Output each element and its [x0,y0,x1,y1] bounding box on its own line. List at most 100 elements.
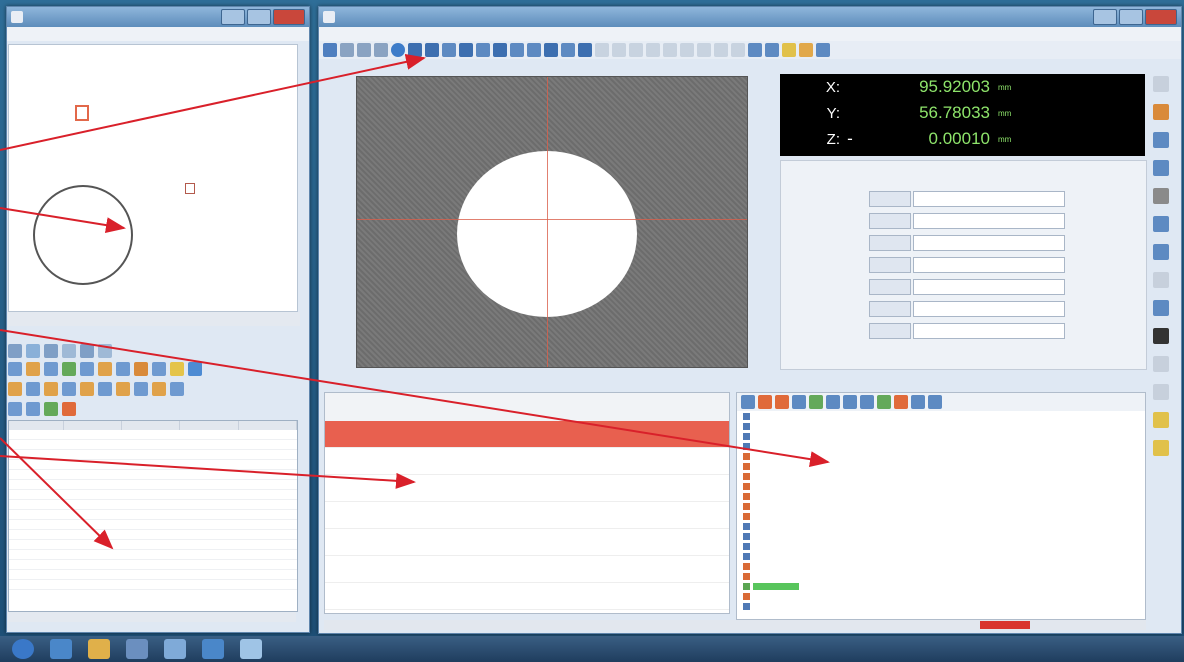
tool-icon[interactable] [1153,440,1169,456]
tool-icon[interactable] [134,382,148,396]
table-row[interactable] [9,559,297,570]
tool-icon[interactable] [134,362,148,376]
tool-icon[interactable] [748,43,762,57]
tool-icon[interactable] [826,395,840,409]
cad-circle-feature[interactable] [33,185,133,285]
tool-icon[interactable] [44,382,58,396]
table-row[interactable] [9,539,297,550]
tool-icon[interactable] [44,344,58,358]
tool-icon[interactable] [860,395,874,409]
tool-icon[interactable] [26,362,40,376]
close-button[interactable] [273,9,305,25]
tool-icon[interactable] [1153,244,1169,260]
tool-icon[interactable] [1153,272,1169,288]
tool-icon[interactable] [80,344,94,358]
results-row[interactable] [325,529,729,556]
tree-item[interactable] [737,421,1145,431]
table-row[interactable] [9,509,297,520]
tree-item-active[interactable] [737,581,1145,591]
table-row[interactable] [9,459,297,470]
tree-item[interactable] [737,441,1145,451]
media-icon[interactable] [126,639,148,659]
tool-icon[interactable] [1153,412,1169,428]
tool-icon[interactable] [646,43,660,57]
tool-icon[interactable] [170,382,184,396]
tool-icon[interactable] [911,395,925,409]
globe-icon[interactable] [391,43,405,57]
tool-icon[interactable] [1153,300,1169,316]
tree-item[interactable] [737,411,1145,421]
tool-icon[interactable] [62,382,76,396]
results-row[interactable] [325,583,729,610]
tool-icon[interactable] [98,344,112,358]
tool-icon[interactable] [894,395,908,409]
tool-icon[interactable] [80,382,94,396]
table-row[interactable] [9,499,297,510]
tool-icon[interactable] [8,382,22,396]
tool-icon[interactable] [8,362,22,376]
tool-icon[interactable] [731,43,745,57]
tool-icon[interactable] [152,362,166,376]
results-row[interactable] [325,475,729,502]
tool-icon[interactable] [629,43,643,57]
tree-item[interactable] [737,501,1145,511]
tool-icon[interactable] [476,43,490,57]
tree-item[interactable] [737,511,1145,521]
tree-item[interactable] [737,461,1145,471]
tool-icon[interactable] [62,402,76,416]
tool-icon[interactable] [80,362,94,376]
table-row[interactable] [9,569,297,580]
property-field[interactable] [913,279,1065,295]
tool-icon[interactable] [1153,76,1169,92]
tool-icon[interactable] [1153,188,1169,204]
cad-drawing-area[interactable] [8,44,298,312]
tool-icon[interactable] [510,43,524,57]
table-row[interactable] [9,529,297,540]
table-row[interactable] [9,549,297,560]
tool-icon[interactable] [8,344,22,358]
cad-feature-marker-small[interactable] [185,183,195,194]
table-row[interactable] [9,479,297,490]
property-field[interactable] [913,235,1065,251]
tool-icon[interactable] [527,43,541,57]
browser-icon[interactable] [50,639,72,659]
tree-item[interactable] [737,591,1145,601]
tool-icon[interactable] [697,43,711,57]
tool-icon[interactable] [408,43,422,57]
tool-icon[interactable] [877,395,891,409]
app-icon[interactable] [202,639,224,659]
measurement-app-icon[interactable] [240,639,262,659]
tree-item[interactable] [737,541,1145,551]
tool-icon[interactable] [1153,356,1169,372]
tree-item[interactable] [737,491,1145,501]
folder-icon[interactable] [88,639,110,659]
tool-icon[interactable] [1153,160,1169,176]
tool-icon[interactable] [8,402,22,416]
table-row[interactable] [9,439,297,450]
tool-icon[interactable] [62,362,76,376]
tool-icon[interactable] [170,362,184,376]
tool-icon[interactable] [459,43,473,57]
maximize-button[interactable] [1119,9,1143,25]
calculator-icon[interactable] [164,639,186,659]
tool-icon[interactable] [612,43,626,57]
tool-icon[interactable] [792,395,806,409]
tool-icon[interactable] [26,382,40,396]
maximize-button[interactable] [247,9,271,25]
tool-icon[interactable] [152,382,166,396]
tool-icon[interactable] [26,402,40,416]
tool-icon[interactable] [26,344,40,358]
table-row[interactable] [9,469,297,480]
tree-item[interactable] [737,471,1145,481]
tree-item[interactable] [737,551,1145,561]
tool-icon[interactable] [809,395,823,409]
tool-icon[interactable] [425,43,439,57]
tool-icon[interactable] [340,43,354,57]
results-row[interactable] [325,448,729,475]
tree-item[interactable] [737,561,1145,571]
tool-icon[interactable] [714,43,728,57]
results-row-selected[interactable] [325,421,729,448]
tool-icon[interactable] [1153,132,1169,148]
tool-icon[interactable] [843,395,857,409]
tool-icon[interactable] [44,402,58,416]
